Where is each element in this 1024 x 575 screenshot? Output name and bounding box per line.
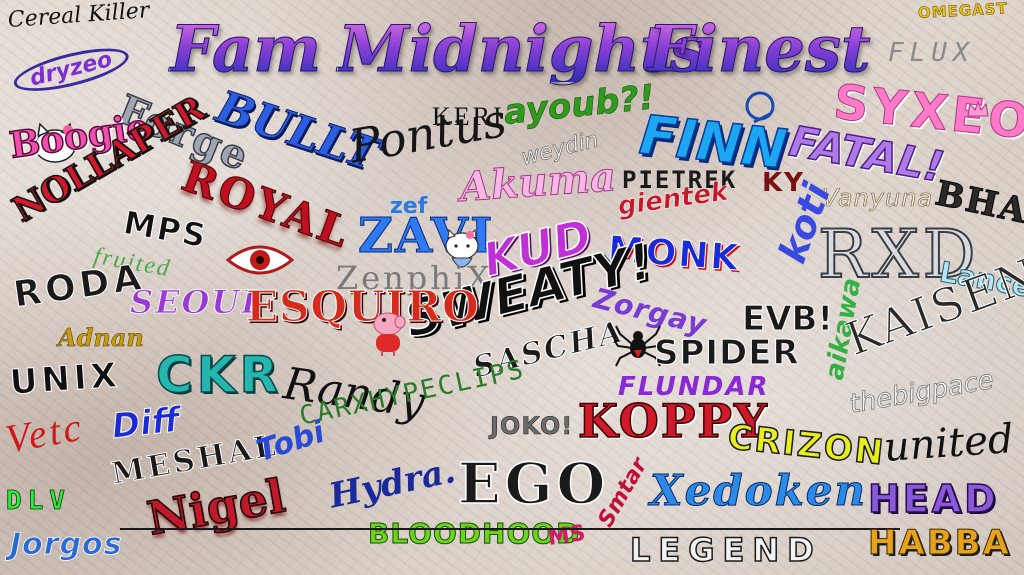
tag-cereal-killer: Cereal Killer <box>7 0 151 33</box>
tag-roda: RODA <box>11 256 148 316</box>
tag-ms: MS <box>546 520 588 551</box>
tag-ckr: CKR <box>155 346 282 404</box>
finn-circle-icon <box>740 88 780 128</box>
tag-dlv: DLV <box>6 486 71 516</box>
tag-ego: EGO <box>457 451 610 517</box>
tag-tobi: Tobi <box>252 414 329 470</box>
tag-adnan: Adnan <box>58 323 144 352</box>
crown-icon <box>966 100 990 120</box>
tag-jorgos: Jorgos <box>10 527 123 562</box>
tag-head: HEAD <box>867 477 999 521</box>
tag-dryzeo: dryzeo <box>10 39 133 100</box>
peppa-pig-icon <box>370 310 406 356</box>
tag-vanyuna: Vanyuna <box>822 184 934 212</box>
title-word-fam: Fam <box>169 12 322 87</box>
tag-unix: UNIX <box>8 355 123 404</box>
tag-spider: SPIDER <box>654 333 800 373</box>
tag-vetc: Vetc <box>2 403 88 462</box>
tag-joko: JOKO! <box>490 412 574 440</box>
tag-omegast: OMEGAST <box>917 0 1009 22</box>
tag-crizon: CRIZON <box>725 416 888 474</box>
tag-united: united <box>882 416 1015 471</box>
eye-icon <box>225 240 295 280</box>
tag-esquiro: ESQUIRO <box>246 282 480 331</box>
title-word-finest: Finest <box>648 12 872 87</box>
tag-thebigpace: thebigpace <box>847 364 997 421</box>
tag-legend: LEGEND <box>629 531 822 569</box>
tag-hydra: Hydra. <box>325 450 459 517</box>
graffiti-collage: Fam Midnights Finest Cereal Killer OMEGA… <box>0 0 1024 575</box>
tag-habba: HABBA <box>868 523 1011 563</box>
tag-diff: Diff <box>109 399 182 447</box>
legend-underline <box>120 528 900 530</box>
tag-mps: MPS <box>120 203 211 256</box>
tag-akuma: Akuma <box>458 153 618 212</box>
tag-ayoub: ayoub?! <box>501 77 657 133</box>
tag-pontus: Pontus <box>345 92 511 174</box>
tag-xedoken: Xedoken <box>649 466 868 515</box>
tag-flux: FLUX <box>888 38 975 68</box>
tag-evb: EVB! <box>742 299 834 339</box>
